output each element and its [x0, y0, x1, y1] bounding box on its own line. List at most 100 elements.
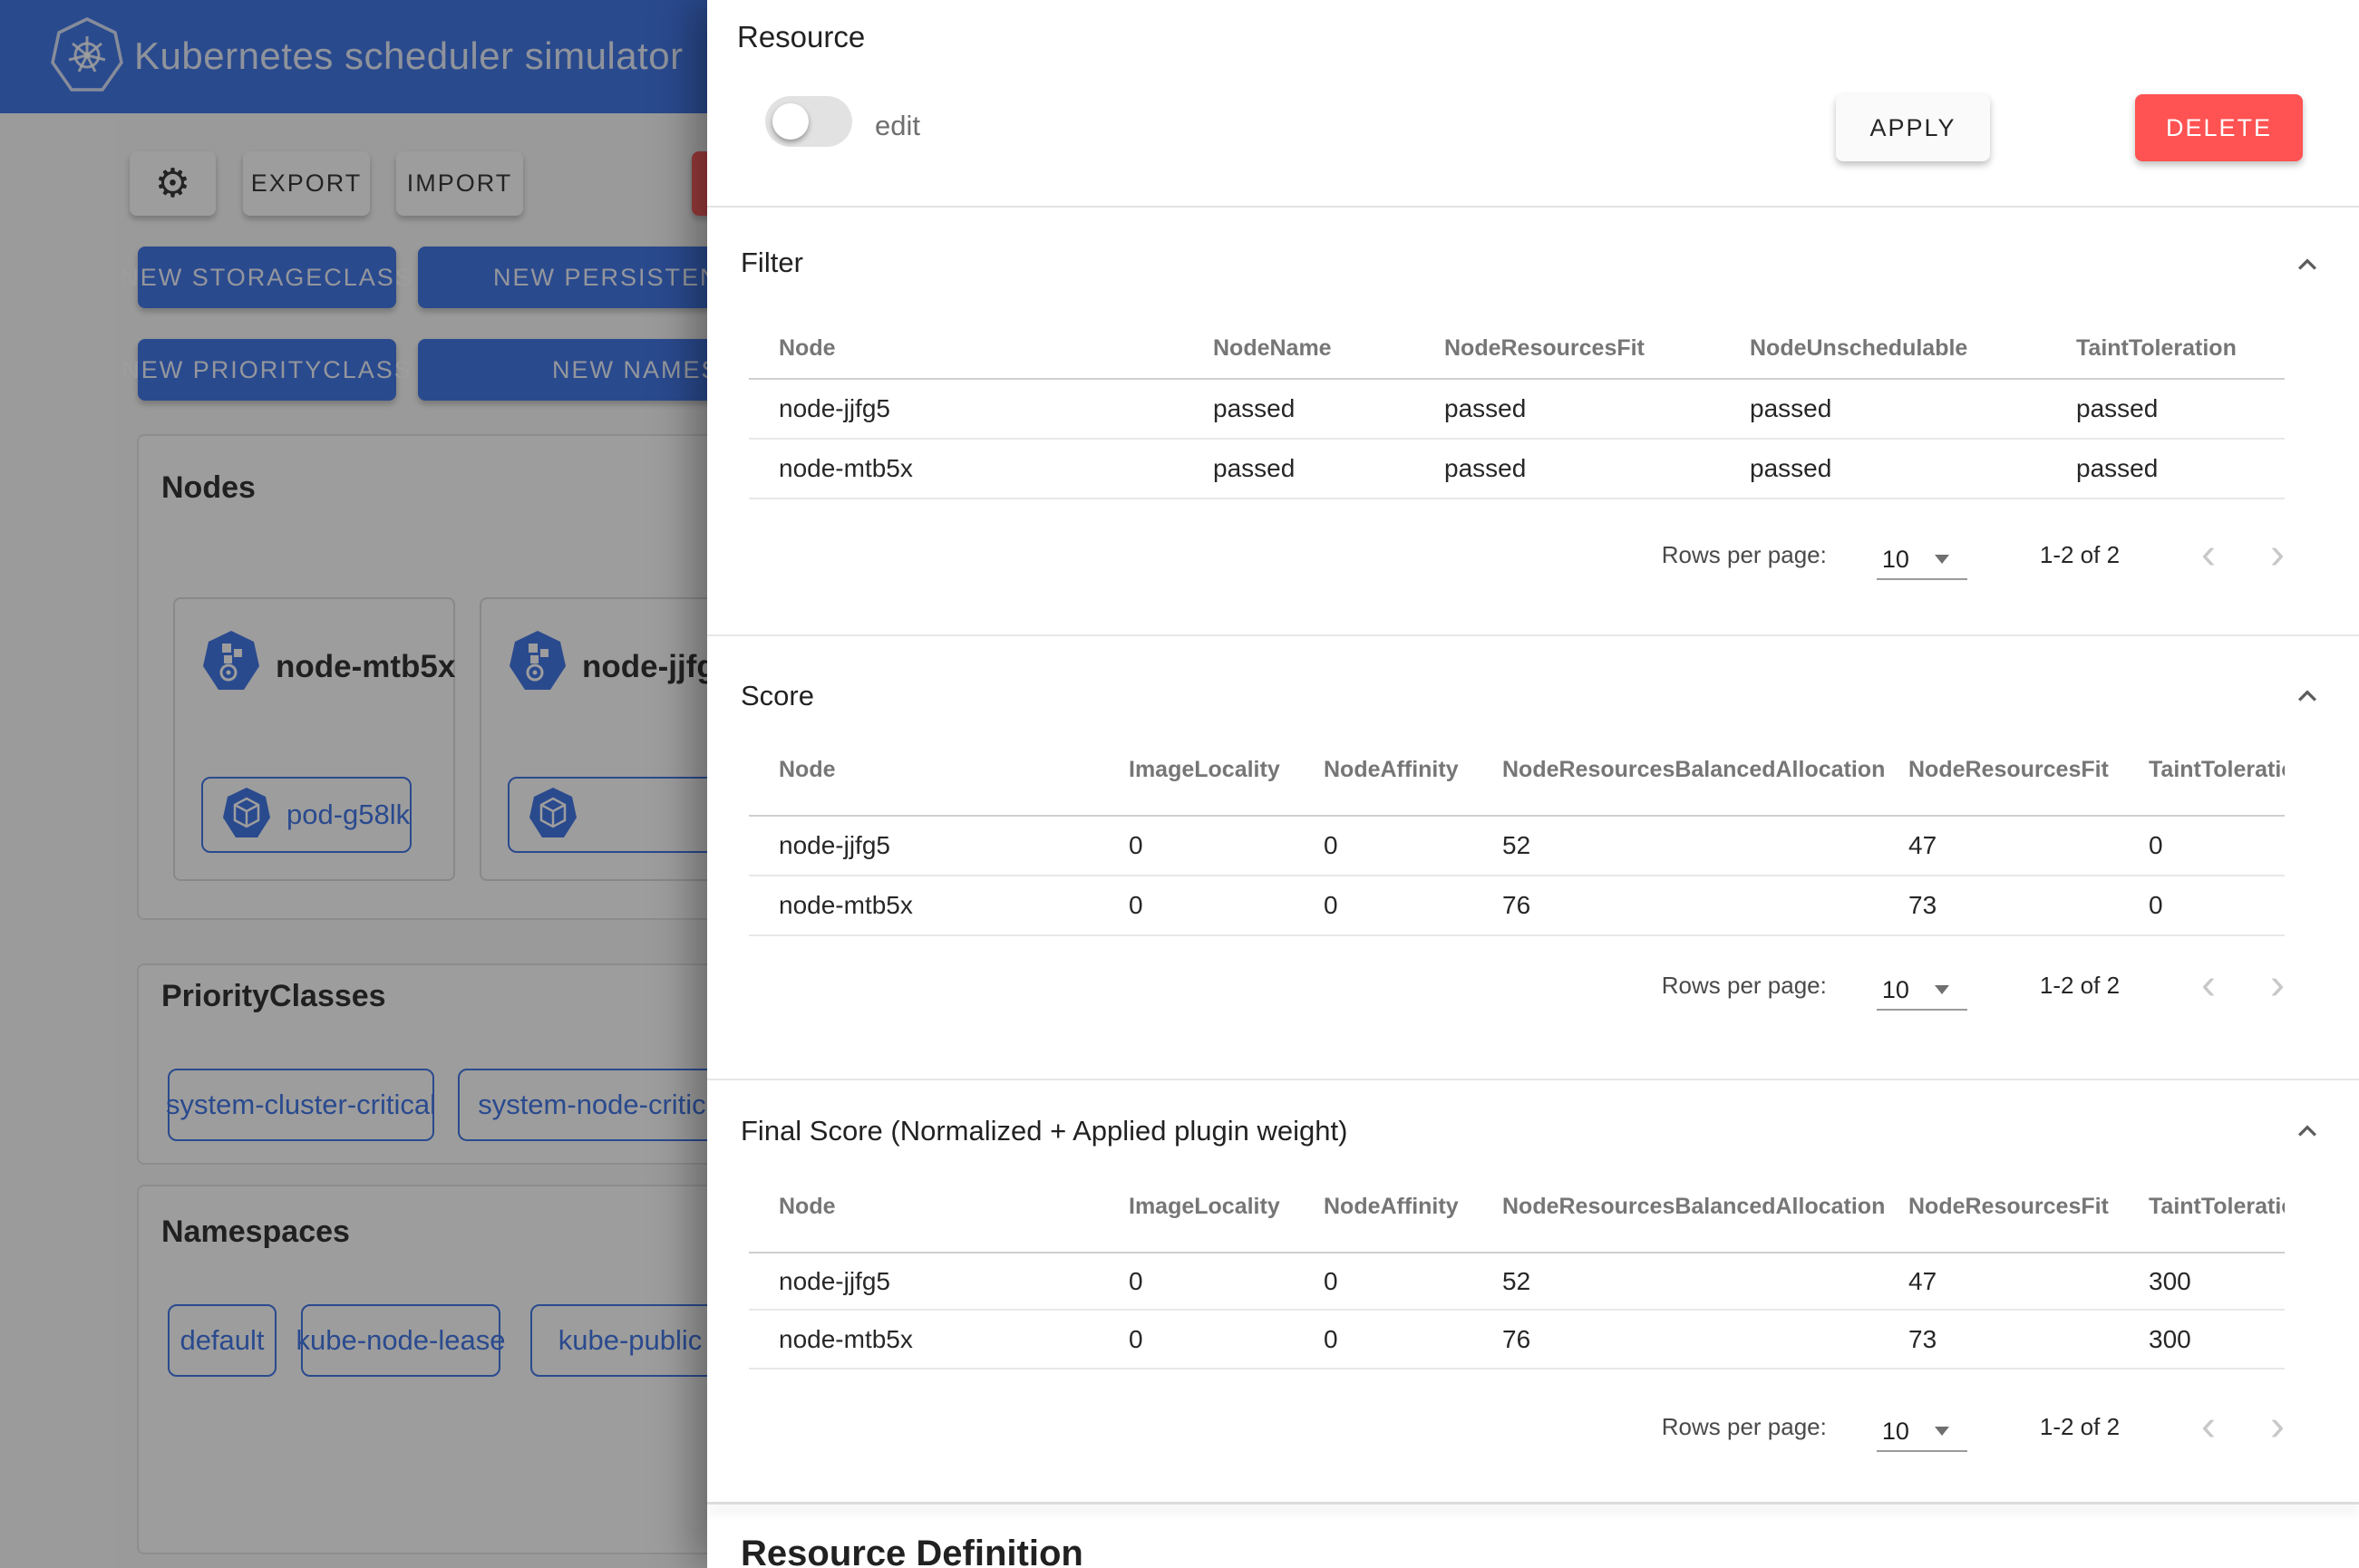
cell: passed	[2076, 439, 2285, 498]
column-header: NodeResourcesFit	[1908, 725, 2149, 816]
rows-per-page-value: 10	[1877, 976, 1909, 1004]
column-header: NodeResourcesBalancedAllocation	[1502, 1162, 1908, 1253]
cell: passed	[1750, 439, 2076, 498]
rows-per-page-select[interactable]: 10	[1877, 971, 1967, 1011]
final-score-section-title: Final Score (Normalized + Applied plugin…	[741, 1115, 1347, 1147]
cell: 0	[1324, 816, 1502, 876]
filter-collapse-button[interactable]	[2289, 247, 2325, 283]
score-pagination: Rows per page: 10 1-2 of 2 ‹ ›	[749, 960, 2285, 1011]
cell: 0	[1129, 1310, 1324, 1369]
column-header: TaintToleration	[2149, 1162, 2285, 1253]
score-section-title: Score	[741, 680, 814, 712]
final-score-pagination: Rows per page: 10 1-2 of 2 ‹ ›	[749, 1401, 2285, 1452]
cell: 0	[2149, 816, 2285, 876]
table-row: node-jjfg5 0 0 52 47 0	[749, 816, 2285, 876]
filter-section-title: Filter	[741, 247, 803, 279]
table-header-row: Node NodeName NodeResourcesFit NodeUnsch…	[749, 319, 2285, 379]
column-header: TaintToleration	[2149, 725, 2285, 816]
cell: passed	[1444, 379, 1750, 439]
page-range: 1-2 of 2	[2040, 541, 2120, 569]
column-header: TaintToleration	[2076, 319, 2285, 379]
rows-per-page-label: Rows per page:	[1662, 972, 1827, 1000]
table-row: node-mtb5x 0 0 76 73 0	[749, 876, 2285, 935]
next-page-button[interactable]: ›	[2270, 1408, 2285, 1445]
column-header: NodeResourcesFit	[1908, 1162, 2149, 1253]
next-page-button[interactable]: ›	[2270, 967, 2285, 1003]
dropdown-arrow-icon	[1935, 1427, 1949, 1436]
cell: 47	[1908, 816, 2149, 876]
column-header: NodeName	[1213, 319, 1444, 379]
filter-table: Node NodeName NodeResourcesFit NodeUnsch…	[749, 319, 2285, 499]
previous-page-button[interactable]: ‹	[2201, 967, 2216, 1003]
cell: node-mtb5x	[749, 876, 1129, 935]
cell: 52	[1502, 816, 1908, 876]
rows-per-page-label: Rows per page:	[1662, 1413, 1827, 1441]
cell: 300	[2149, 1310, 2285, 1369]
dropdown-arrow-icon	[1935, 555, 1949, 564]
cell: 76	[1502, 1310, 1908, 1369]
chevron-up-icon	[2289, 678, 2325, 714]
cell: 300	[2149, 1253, 2285, 1310]
cell: node-mtb5x	[749, 439, 1213, 498]
section-divider	[707, 1079, 2359, 1080]
resource-definition-title: Resource Definition	[741, 1534, 1083, 1568]
rows-per-page-value: 10	[1877, 1418, 1909, 1446]
table-row: node-mtb5x 0 0 76 73 300	[749, 1310, 2285, 1369]
cell: node-mtb5x	[749, 1310, 1129, 1369]
delete-button[interactable]: DELETE	[2135, 94, 2303, 161]
cell: 0	[1129, 1253, 1324, 1310]
column-header: NodeAffinity	[1324, 725, 1502, 816]
toggle-thumb	[772, 103, 809, 140]
rows-per-page-select[interactable]: 10	[1877, 1412, 1967, 1452]
column-header: NodeAffinity	[1324, 1162, 1502, 1253]
previous-page-button[interactable]: ‹	[2201, 537, 2216, 573]
rows-per-page-label: Rows per page:	[1662, 541, 1827, 569]
screen: Kubernetes scheduler simulator ⚙ EXPORT …	[0, 0, 2359, 1568]
table-header-row: Node ImageLocality NodeAffinity NodeReso…	[749, 1162, 2285, 1253]
chevron-up-icon	[2289, 247, 2325, 283]
table-header-row: Node ImageLocality NodeAffinity NodeReso…	[749, 725, 2285, 816]
cell: 0	[1129, 876, 1324, 935]
drawer-title: Resource	[737, 20, 865, 54]
table-row: node-mtb5x passed passed passed passed	[749, 439, 2285, 498]
column-header: ImageLocality	[1129, 1162, 1324, 1253]
cell: passed	[1444, 439, 1750, 498]
cell: passed	[1213, 439, 1444, 498]
rows-per-page-select[interactable]: 10	[1877, 540, 1967, 580]
cell: 0	[1324, 876, 1502, 935]
overlay-scrim[interactable]	[0, 0, 707, 1568]
rows-per-page-value: 10	[1877, 546, 1909, 574]
cell: 73	[1908, 876, 2149, 935]
page-range: 1-2 of 2	[2040, 1413, 2120, 1441]
cell: node-jjfg5	[749, 1253, 1129, 1310]
cell: 76	[1502, 876, 1908, 935]
table-row: node-jjfg5 passed passed passed passed	[749, 379, 2285, 439]
final-score-collapse-button[interactable]	[2289, 1113, 2325, 1149]
section-divider	[707, 1502, 2359, 1505]
cell: 73	[1908, 1310, 2149, 1369]
section-divider	[707, 634, 2359, 636]
apply-button[interactable]: APPLY	[1836, 94, 1990, 161]
edit-toggle[interactable]	[765, 96, 852, 147]
column-header: Node	[749, 319, 1213, 379]
filter-pagination: Rows per page: 10 1-2 of 2 ‹ ›	[749, 529, 2285, 580]
score-collapse-button[interactable]	[2289, 678, 2325, 714]
column-header: NodeUnschedulable	[1750, 319, 2076, 379]
page-range: 1-2 of 2	[2040, 972, 2120, 1000]
column-header: NodeResourcesFit	[1444, 319, 1750, 379]
cell: passed	[1213, 379, 1444, 439]
cell: node-jjfg5	[749, 816, 1129, 876]
column-header: Node	[749, 725, 1129, 816]
resource-drawer: Resource edit APPLY DELETE Filter Node N…	[707, 0, 2359, 1568]
cell: passed	[1750, 379, 2076, 439]
previous-page-button[interactable]: ‹	[2201, 1408, 2216, 1445]
cell: 0	[1129, 816, 1324, 876]
header-divider	[707, 206, 2359, 208]
cell: node-jjfg5	[749, 379, 1213, 439]
final-score-table: Node ImageLocality NodeAffinity NodeReso…	[749, 1162, 2285, 1370]
edit-toggle-label: edit	[875, 110, 920, 142]
cell: passed	[2076, 379, 2285, 439]
table-row: node-jjfg5 0 0 52 47 300	[749, 1253, 2285, 1310]
column-header: Node	[749, 1162, 1129, 1253]
next-page-button[interactable]: ›	[2270, 537, 2285, 573]
